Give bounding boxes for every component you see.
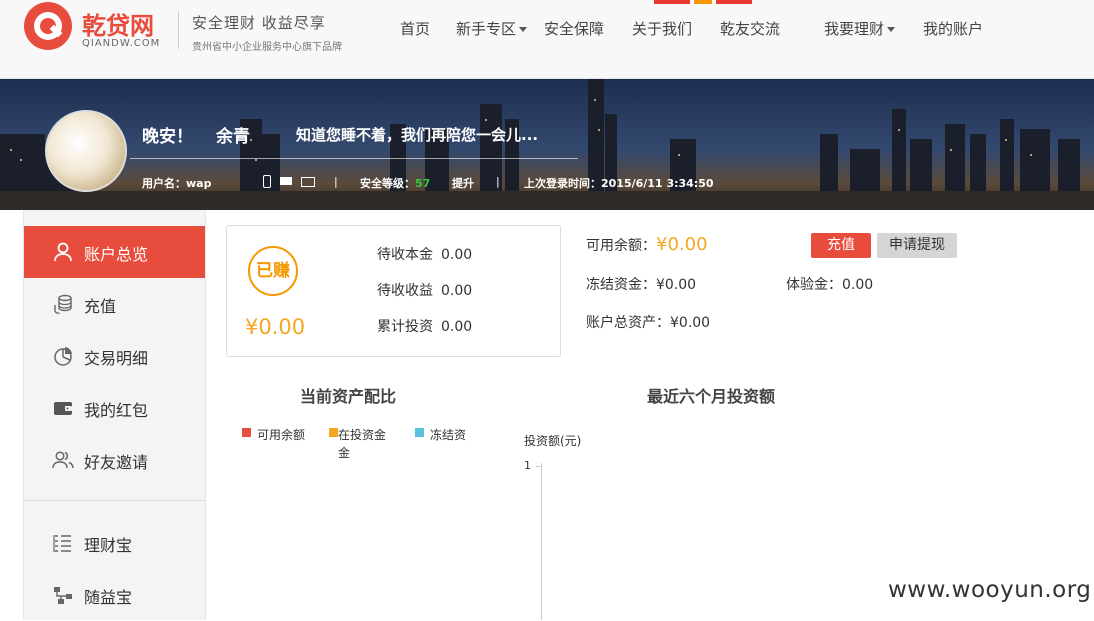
nav-indicator [654,0,690,4]
nav-invest[interactable]: 我要理财 [824,18,896,39]
sub-slogan: 贵州省中小企业服务中心旗下品牌 [192,42,342,53]
frozen-label: 冻结资金： [586,277,656,293]
nav-account[interactable]: 我的账户 [923,18,983,39]
chevron-down-icon [519,27,528,32]
nav-community[interactable]: 乾友交流 [720,18,780,39]
row-label: 累计投资 [377,319,433,335]
row-label: 待收本金 [377,247,433,263]
sidebar-item-suiyibao[interactable]: 随益宝 [24,569,205,621]
row-value: 0.00 [441,283,473,299]
security-label: 安全等级： [360,177,415,190]
user-icon [54,242,72,262]
info-separator: | [334,175,338,188]
legend-frozen[interactable]: 冻结资 [430,426,466,443]
legend-invested[interactable]: 在投资金金 [338,426,396,462]
sidebar-item-overview[interactable]: 账户总览 [24,226,205,278]
avatar[interactable] [45,110,127,192]
nav-indicator [694,0,712,4]
available-value: ¥0.00 [656,234,708,255]
greeting-tagline: 知道您睡不着，我们再陪您一会儿... [296,126,539,144]
coins-icon [54,294,72,314]
chevron-down-icon [887,27,896,32]
nav-home[interactable]: 首页 [400,18,430,39]
row-label: 待收收益 [377,283,433,299]
earned-total: ¥0.00 [245,315,306,339]
username: 余青 [216,127,250,147]
sidebar-item-label: 账户总览 [84,245,149,264]
recharge-button[interactable]: 充值 [811,233,871,258]
pending-principal: 待收本金 0.00 [377,244,472,264]
security-level: 安全等级：57 [360,175,430,191]
list-icon [53,535,71,552]
earnings-card: 已赚 ¥0.00 待收本金 0.00 待收收益 0.00 累计投资 0.00 [226,225,561,357]
last-login: 上次登录时间：2015/6/11 3:34:50 [524,177,714,190]
legend-swatch [242,428,251,437]
frozen-funds: 冻结资金：¥0.00 [586,274,696,294]
banner-divider [130,158,578,159]
legend-swatch [415,428,424,437]
watermark: www.wooyun.org [888,577,1092,603]
mail-icon[interactable] [280,177,292,185]
earned-badge: 已赚 [248,246,298,296]
network-icon [54,587,72,604]
available-label: 可用余额： [586,238,656,254]
sidebar-item-label: 充值 [84,297,117,316]
y-tick-label: 1 [524,459,531,472]
trial-label: 体验金： [786,277,842,293]
total-assets-label: 账户总资产： [586,315,670,331]
phone-icon[interactable] [263,175,271,188]
sidebar-item-invite[interactable]: 好友邀请 [24,434,205,486]
id-card-icon[interactable] [301,177,315,187]
logo-icon[interactable] [22,0,74,52]
sidebar-item-recharge[interactable]: 充值 [24,278,205,330]
security-value: 57 [415,177,431,190]
sidebar-item-label: 我的红包 [84,401,149,420]
y-axis [541,463,542,620]
sidebar-item-label: 理财宝 [84,536,133,555]
nav-newbie[interactable]: 新手专区 [456,18,528,39]
row-value: 0.00 [441,247,473,263]
nav-security[interactable]: 安全保障 [544,18,604,39]
total-assets-value: ¥0.00 [670,315,711,331]
sidebar-item-transactions[interactable]: 交易明细 [24,330,205,382]
sidebar-item-licaibao[interactable]: 理财宝 [24,517,205,569]
sidebar-item-red-packet[interactable]: 我的红包 [24,382,205,434]
wallet-icon [54,402,72,415]
friends-icon [52,451,74,469]
pie-chart-icon [54,347,72,366]
account-name: 用户名：wap [142,177,212,190]
frozen-value: ¥0.00 [656,277,697,293]
total-invested: 累计投资 0.00 [377,316,472,336]
brand-name[interactable]: 乾贷网 [82,6,154,41]
header-divider [178,11,179,49]
invest-chart-title: 最近六个月投资额 [647,387,776,406]
trial-value: 0.00 [842,277,874,293]
y-axis-label: 投资额(元) [524,434,582,448]
total-assets: 账户总资产：¥0.00 [586,312,710,332]
sidebar-divider [24,500,205,501]
withdraw-button[interactable]: 申请提现 [877,233,957,258]
sidebar-item-label: 好友邀请 [84,453,149,472]
legend-swatch [329,428,338,437]
trial-funds: 体验金：0.00 [786,274,873,294]
greeting: 晚安！ [142,127,193,147]
available-balance: 可用余额：¥0.00 [586,234,708,255]
site-header: 乾贷网 QIANDW.COM 安全理财 收益尽享 贵州省中小企业服务中心旗下品牌… [0,0,1094,79]
pending-income: 待收收益 0.00 [377,280,472,300]
brand-domain: QIANDW.COM [82,38,161,49]
legend-available[interactable]: 可用余额 [257,426,305,443]
row-value: 0.00 [441,319,473,335]
active-indicator [181,226,203,278]
upgrade-link[interactable]: 提升 [452,175,474,191]
sidebar-item-label: 随益宝 [84,588,133,607]
sidebar-item-label: 交易明细 [84,349,149,368]
account-sidebar: 账户总览 充值 交易明细 我的红包 好友邀请 理财宝 随益宝 [23,210,206,620]
nav-indicator [716,0,752,4]
nav-about[interactable]: 关于我们 [632,18,692,39]
allocation-chart-title: 当前资产配比 [300,387,397,406]
slogan: 安全理财 收益尽享 [192,14,326,32]
info-separator: | [496,175,500,188]
